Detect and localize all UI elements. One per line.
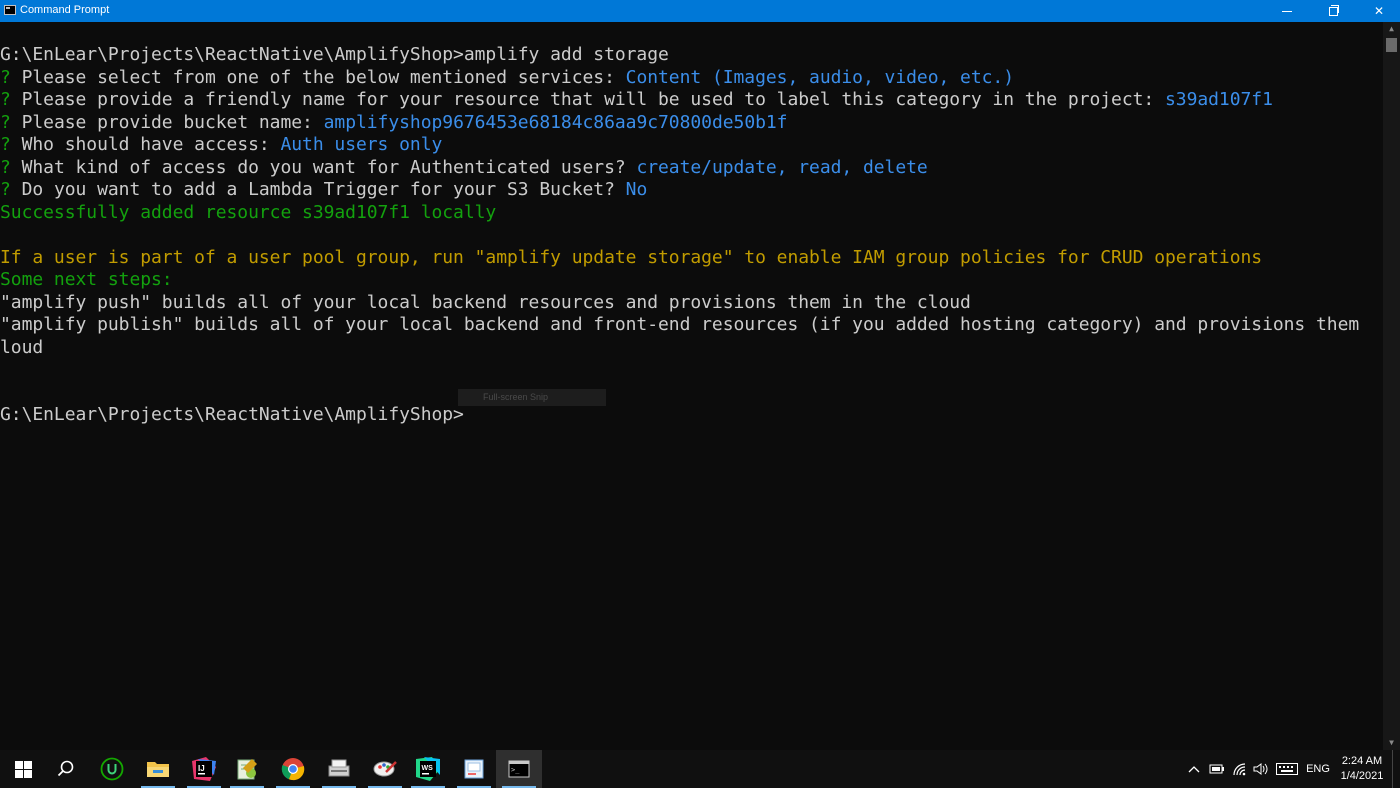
title-bar: Command Prompt ✕ [0, 0, 1400, 22]
scroll-down-arrow-icon[interactable]: ▼ [1383, 736, 1400, 750]
taskbar: IJ WS >_ ENG 2:24 AM 1/4/2021 [0, 750, 1400, 788]
console-text-segment: G:\EnLear\Projects\ReactNative\AmplifySh… [0, 44, 669, 65]
keyboard-icon [1276, 763, 1298, 775]
paint-app-icon [373, 761, 397, 777]
snip-tooltip: Full-screen Snip [458, 389, 606, 406]
console-text-segment: What kind of access do you want for Auth… [21, 157, 637, 178]
console-text-segment: loud [0, 337, 44, 358]
scroll-up-arrow-icon[interactable]: ▲ [1383, 22, 1400, 36]
console-text-segment: G:\EnLear\Projects\ReactNative\AmplifySh… [0, 404, 464, 425]
console-line: G:\EnLear\Projects\ReactNative\AmplifySh… [0, 44, 669, 66]
input-language-indicator[interactable]: ENG [1303, 750, 1333, 788]
console-line: loud [0, 337, 43, 359]
clock[interactable]: 2:24 AM 1/4/2021 [1336, 750, 1388, 788]
console-text-segment: Please provide a friendly name for your … [21, 89, 1165, 110]
console-line: G:\EnLear\Projects\ReactNative\AmplifySh… [0, 404, 464, 426]
console-text-segment: ? [0, 134, 22, 155]
taskbar-app-command-prompt[interactable]: >_ [496, 750, 542, 788]
network-button[interactable] [1230, 750, 1250, 788]
console-output[interactable]: G:\EnLear\Projects\ReactNative\AmplifySh… [0, 44, 1382, 750]
taskbar-app-notepad-plus-plus[interactable] [224, 750, 270, 788]
console-text-segment: Some next steps: [0, 269, 173, 290]
windows-logo-icon [14, 760, 32, 778]
minimize-button[interactable] [1264, 0, 1310, 22]
console-text-segment: s39ad107f1 [1165, 89, 1273, 110]
touch-keyboard-button[interactable] [1274, 750, 1300, 788]
restore-icon [1328, 4, 1339, 16]
console-text-segment: ? [0, 89, 22, 110]
console-line: Successfully added resource s39ad107f1 l… [0, 202, 496, 224]
minimize-icon [1282, 10, 1292, 12]
svg-text:IJ: IJ [198, 764, 205, 773]
start-button[interactable] [0, 750, 46, 788]
svg-text:WS: WS [422, 765, 434, 772]
console-line: ? Who should have access: Auth users onl… [0, 134, 442, 156]
console-line: ? Please provide bucket name: amplifysho… [0, 112, 788, 134]
taskbar-search-button[interactable] [43, 750, 89, 788]
console-line: "amplify push" builds all of your local … [0, 292, 971, 314]
taskbar-app-file-explorer[interactable] [135, 750, 181, 788]
battery-icon [1209, 764, 1224, 774]
command-prompt-icon [4, 5, 16, 15]
console-text-segment: Please select from one of the below ment… [21, 67, 626, 88]
console-line: ? Please provide a friendly name for you… [0, 89, 1273, 111]
show-hidden-icons-button[interactable] [1186, 750, 1202, 788]
webstorm-icon: WS [416, 757, 440, 781]
console-text-segment: Content (Images, audio, video, etc.) [625, 67, 1014, 88]
console-line: If a user is part of a user pool group, … [0, 247, 1262, 269]
clock-date: 1/4/2021 [1340, 770, 1384, 782]
notepad-plus-plus-icon [237, 759, 257, 780]
taskbar-app-chrome[interactable] [270, 750, 316, 788]
search-icon [57, 760, 74, 777]
console-text-segment: "amplify push" builds all of your local … [0, 292, 971, 313]
clock-time: 2:24 AM [1341, 755, 1383, 767]
console-line: ? What kind of access do you want for Au… [0, 157, 928, 179]
command-prompt-icon: >_ [508, 760, 530, 778]
window-title: Command Prompt [20, 4, 110, 16]
close-button[interactable]: ✕ [1356, 0, 1400, 22]
console-text-segment: No [625, 179, 648, 200]
console-text-segment: ? [0, 67, 22, 88]
console-line: Some next steps: [0, 269, 173, 291]
scroll-thumb[interactable] [1386, 38, 1397, 52]
chrome-icon [281, 758, 305, 781]
console-line: ? Do you want to add a Lambda Trigger fo… [0, 179, 647, 201]
image-viewer-icon [464, 759, 484, 779]
console-text-segment: Auth users only [280, 134, 443, 155]
console-text-segment: amplifyshop9676453e68184c86aa9c70800de50… [323, 112, 788, 133]
console-text-segment: If a user is part of a user pool group, … [0, 247, 1263, 268]
console-text-segment: Please provide bucket name: [21, 112, 324, 133]
taskbar-app-scanner[interactable] [316, 750, 362, 788]
file-explorer-icon [147, 762, 169, 777]
volume-button[interactable] [1251, 750, 1271, 788]
console-line: ? Please select from one of the below me… [0, 67, 1014, 89]
console-text-segment: ? [0, 179, 22, 200]
speaker-icon [1253, 763, 1268, 775]
console-text-segment: Who should have access: [21, 134, 281, 155]
intellij-idea-icon: IJ [192, 757, 216, 781]
console-text-segment: Successfully added resource s39ad107f1 l… [0, 202, 497, 223]
vertical-scrollbar[interactable]: ▲ ▼ [1383, 22, 1400, 750]
taskbar-app-upwork[interactable] [89, 750, 135, 788]
console-text-segment: Do you want to add a Lambda Trigger for … [21, 179, 626, 200]
taskbar-app-paint[interactable] [362, 750, 408, 788]
svg-text:>_: >_ [511, 766, 520, 774]
restore-button[interactable] [1310, 0, 1356, 22]
console-line: "amplify publish" builds all of your loc… [0, 314, 1359, 336]
taskbar-app-intellij[interactable]: IJ [181, 750, 227, 788]
upwork-icon [100, 757, 124, 781]
wifi-icon [1233, 763, 1246, 776]
taskbar-app-image-viewer[interactable] [451, 750, 497, 788]
chevron-up-icon [1188, 766, 1200, 773]
console-text-segment: "amplify publish" builds all of your loc… [0, 314, 1360, 335]
taskbar-app-webstorm[interactable]: WS [405, 750, 451, 788]
console-text-segment: create/update, read, delete [636, 157, 928, 178]
scanner-app-icon [328, 759, 350, 777]
close-icon: ✕ [1373, 4, 1385, 18]
console-text-segment: ? [0, 112, 22, 133]
battery-button[interactable] [1207, 750, 1227, 788]
show-desktop-button[interactable] [1392, 750, 1400, 788]
console-text-segment: ? [0, 157, 22, 178]
